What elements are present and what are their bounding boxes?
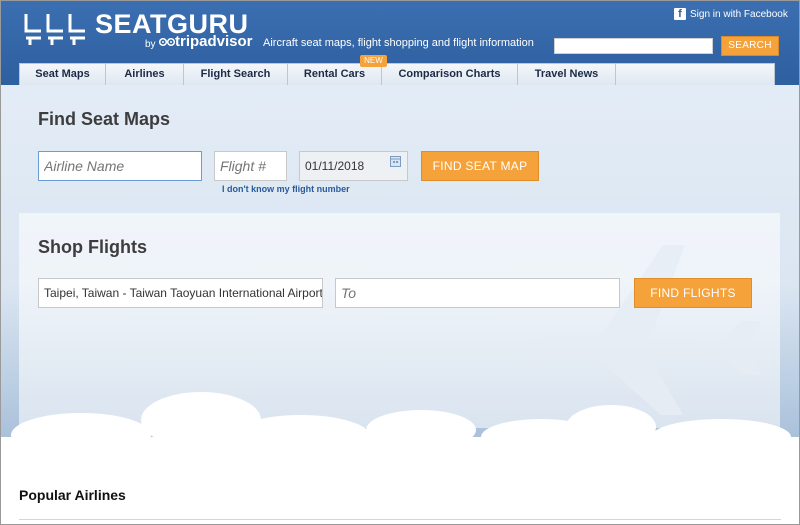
nav-tab-comparison-charts[interactable]: Comparison Charts: [382, 64, 518, 85]
page: SEATGURU by tripadvisor Aircraft seat ma…: [1, 1, 799, 524]
dont-know-flight-number-link[interactable]: I don't know my flight number: [222, 184, 350, 194]
brand-by: by: [145, 39, 156, 50]
facebook-icon: f: [674, 8, 686, 20]
nav-tab-flight-search[interactable]: Flight Search: [184, 64, 288, 85]
shop-flights-title: Shop Flights: [38, 237, 147, 257]
nav-tab-travel-news[interactable]: Travel News: [518, 64, 616, 85]
seatguru-logo[interactable]: SEATGURU by tripadvisor: [23, 9, 263, 50]
brand-partner-text: tripadvisor: [175, 33, 253, 50]
main-nav: Seat Maps Airlines Flight Search Rental …: [19, 63, 775, 86]
brand-partner: tripadvisor: [158, 33, 253, 50]
nav-tab-rental-cars[interactable]: Rental Cars: [288, 64, 382, 85]
nav-tab-airlines[interactable]: Airlines: [106, 64, 184, 85]
facebook-signin-link[interactable]: f Sign in with Facebook: [674, 8, 788, 20]
find-seat-maps-title: Find Seat Maps: [38, 109, 171, 129]
to-airport-input[interactable]: [335, 278, 620, 308]
site-search-input[interactable]: [554, 38, 713, 54]
popular-airlines-divider: [19, 519, 781, 520]
find-flights-button[interactable]: FIND FLIGHTS: [634, 278, 752, 308]
flight-number-input[interactable]: [214, 151, 287, 181]
from-airport-input[interactable]: Taipei, Taiwan - Taiwan Taoyuan Internat…: [38, 278, 323, 308]
seats-logo-icon: [24, 14, 85, 45]
new-badge: NEW: [360, 55, 387, 67]
site-search-button[interactable]: SEARCH: [721, 36, 779, 56]
facebook-signin-label: Sign in with Facebook: [690, 8, 788, 20]
popular-airlines-title: Popular Airlines: [19, 487, 126, 503]
tripadvisor-owl-icon: [157, 37, 158, 38]
calendar-icon[interactable]: [390, 156, 401, 167]
airline-name-input[interactable]: [38, 151, 202, 181]
find-seat-map-button[interactable]: FIND SEAT MAP: [421, 151, 539, 181]
site-tagline: Aircraft seat maps, flight shopping and …: [263, 37, 534, 49]
nav-tab-seat-maps[interactable]: Seat Maps: [20, 64, 106, 85]
